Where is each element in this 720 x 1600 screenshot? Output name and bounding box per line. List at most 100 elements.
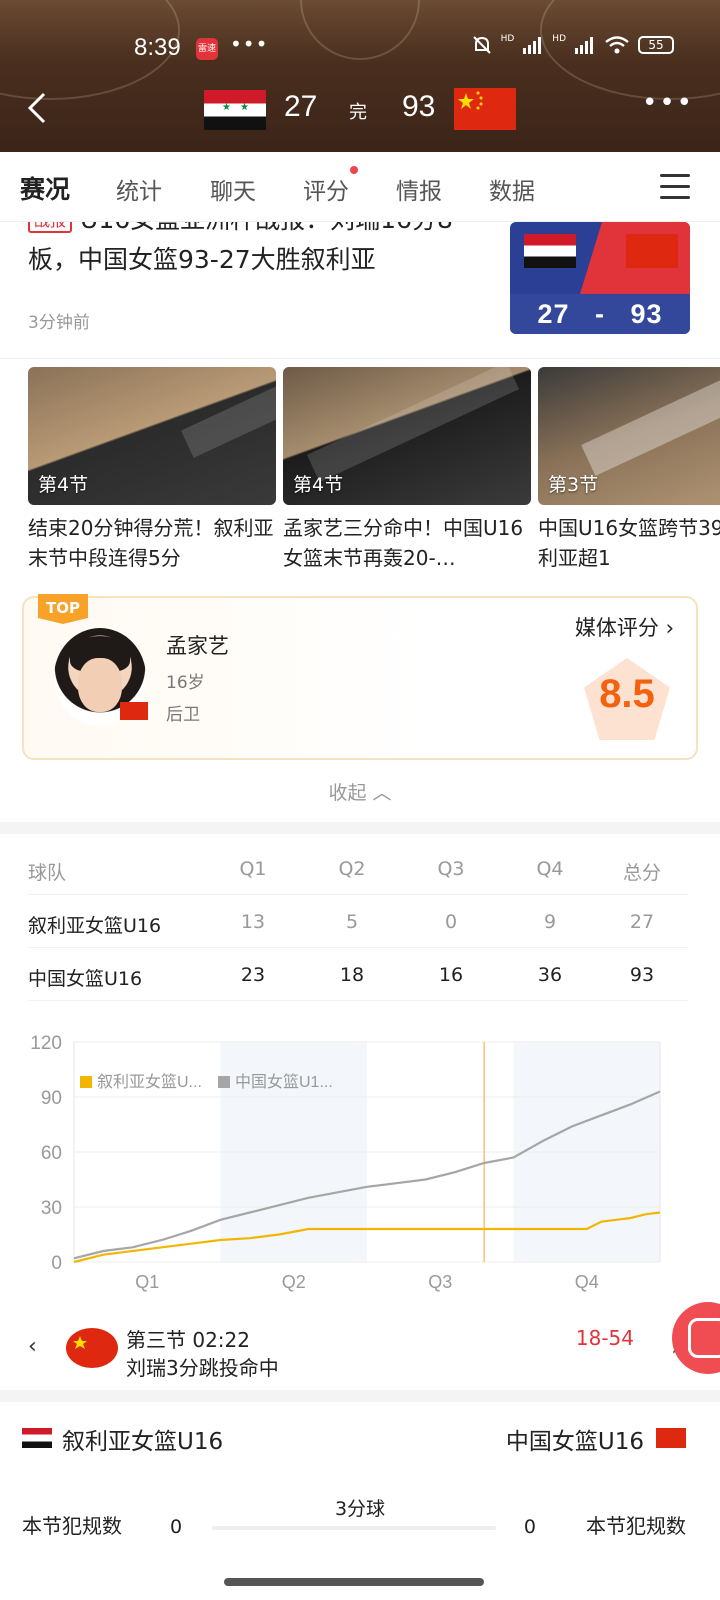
table-row: 叙利亚女篮U16 13 5 0 9 27 <box>28 895 688 948</box>
china-flag-icon <box>66 1328 118 1368</box>
q2-score: 5 <box>345 911 359 933</box>
legend-label: 叙利亚女篮U... <box>97 1072 202 1091</box>
score-progress-chart: 0 30 60 90 120 Q1 Q2 Q3 Q4 叙利亚女篮U... 中国女篮U1... <box>0 1030 720 1310</box>
video-period-label: 第4节 <box>293 474 344 496</box>
video-card[interactable]: 第3节 中国U16女篮跨节39-0！叙利亚超1 <box>538 367 720 575</box>
x-tick-label: Q2 <box>282 1272 306 1292</box>
menu-icon[interactable] <box>660 174 690 200</box>
video-thumbnail: 第4节 <box>283 367 531 505</box>
video-title: 孟家艺三分命中！中国U16女篮末节再轰20-… <box>283 516 524 570</box>
notification-more-icon: ••• <box>230 32 269 56</box>
home-score: 27 <box>284 90 318 123</box>
header-total: 总分 <box>622 862 661 884</box>
stat-compare-row: 3分球 本节犯规数 0 0 本节犯规数 <box>0 1494 720 1554</box>
china-flag-icon <box>656 1428 686 1448</box>
away-score: 93 <box>402 90 436 123</box>
battery-icon: 55 <box>638 36 674 54</box>
syria-flag-icon <box>22 1428 52 1448</box>
edit-fab-button[interactable] <box>672 1302 720 1374</box>
network-type: HD <box>500 34 515 44</box>
video-period-label: 第4节 <box>38 474 89 496</box>
q1-score: 13 <box>240 911 266 933</box>
news-item[interactable]: 战报U16女篮亚洲杯战报：刘瑞16分8板，中国女篮93-27大胜叙利亚 3分钟前… <box>0 222 720 352</box>
home-team-name: 叙利亚女篮U16 <box>62 1429 224 1455</box>
video-period-label: 第3节 <box>548 474 599 496</box>
tab-data[interactable]: 数据 <box>489 172 535 206</box>
score-line-chart: 0 30 60 90 120 Q1 Q2 Q3 Q4 叙利亚女篮U... 中国女篮U1... <box>30 1033 661 1292</box>
top-player-card[interactable]: TOP 孟家艺 16岁 后卫 媒体评分 › 8.5 <box>22 594 698 760</box>
table-header: 球队 Q1 Q2 Q3 Q4 总分 <box>28 842 688 895</box>
stat-bar <box>212 1526 496 1530</box>
legend-label: 中国女篮U1... <box>235 1072 333 1091</box>
system-icons: HD HD 55 <box>471 34 674 56</box>
y-tick-label: 30 <box>41 1198 62 1219</box>
tab-bar: 赛况 统计 聊天 评分 情报 数据 <box>0 152 720 222</box>
tab-rating[interactable]: 评分 <box>303 172 349 206</box>
signal-icon <box>575 37 593 54</box>
china-flag-icon <box>626 234 678 268</box>
syria-flag-icon <box>524 234 576 268</box>
section-divider <box>0 822 720 834</box>
q3-score: 0 <box>444 911 458 933</box>
star-icon <box>458 91 483 110</box>
top-badge: TOP <box>38 594 88 624</box>
header-team: 球队 <box>28 862 67 884</box>
edit-icon <box>688 1318 720 1358</box>
notification-dot <box>350 166 358 174</box>
video-card[interactable]: 第4节 孟家艺三分命中！中国U16女篮末节再轰20-… <box>283 367 531 575</box>
app-badge-icon: 雷速 <box>196 38 218 60</box>
prev-play-button[interactable]: ‹ <box>28 1334 37 1359</box>
status-bar: 8:39 雷速 ••• HD HD 55 <box>0 30 720 66</box>
player-position: 后卫 <box>166 705 200 725</box>
video-card[interactable]: 第4节 结束20分钟得分荒！叙利亚末节中段连得5分 <box>28 367 276 575</box>
back-arrow-icon[interactable] <box>24 90 54 126</box>
network-type: HD <box>552 34 566 44</box>
tab-intel[interactable]: 情报 <box>396 172 442 206</box>
collapse-button[interactable]: 收起 ︿ <box>0 778 720 805</box>
court-stripe <box>306 367 520 483</box>
video-carousel[interactable]: 第4节 结束20分钟得分荒！叙利亚末节中段连得5分 第4节 孟家艺三分命中！中国… <box>0 358 720 578</box>
news-headline: 战报U16女篮亚洲杯战报：刘瑞16分8板，中国女篮93-27大胜叙利亚 <box>28 222 498 280</box>
wifi-icon <box>605 36 629 54</box>
avatar-face <box>78 658 122 712</box>
section-divider <box>0 1390 720 1402</box>
more-options-icon[interactable]: ••• <box>642 88 694 118</box>
mute-bell-icon <box>472 36 491 54</box>
news-title-text: U16女篮亚洲杯战报：刘瑞16分8板，中国女篮93-27大胜叙利亚 <box>28 222 453 274</box>
court-stripe <box>181 367 276 458</box>
home-foul-label: 本节犯规数 <box>22 1514 122 1538</box>
video-thumbnail: 第4节 <box>28 367 276 505</box>
away-foul-label: 本节犯规数 <box>586 1514 686 1538</box>
q2-score: 18 <box>339 964 365 986</box>
media-rating-link[interactable]: 媒体评分 › <box>575 612 674 642</box>
legend-swatch <box>80 1076 92 1088</box>
y-tick-label: 90 <box>41 1088 62 1109</box>
q4-score: 36 <box>537 964 563 986</box>
star-icon: ★ <box>222 102 231 113</box>
header-q4: Q4 <box>536 858 564 880</box>
header-q3: Q3 <box>437 858 465 880</box>
tab-stats[interactable]: 统计 <box>116 172 162 206</box>
thumb-score: 27 - 93 <box>537 299 663 329</box>
tab-live[interactable]: 赛况 <box>20 170 70 206</box>
y-tick-label: 60 <box>41 1143 62 1164</box>
legend-swatch <box>218 1076 230 1088</box>
play-description: 刘瑞3分跳投命中 <box>126 1356 279 1380</box>
y-tick-label: 0 <box>51 1253 62 1274</box>
signal-icon <box>523 37 542 54</box>
star-icon <box>73 1336 87 1349</box>
x-tick-label: Q1 <box>135 1272 159 1292</box>
match-header: 8:39 雷速 ••• HD HD 55 ★ ★ 27 完 93 ••• <box>0 0 720 152</box>
tab-chat[interactable]: 聊天 <box>210 172 256 206</box>
play-time: 第三节 02:22 <box>126 1328 250 1352</box>
x-tick-label: Q4 <box>575 1272 599 1292</box>
court-stripe <box>581 367 720 476</box>
team-compare-header: 叙利亚女篮U16 中国女篮U16 <box>0 1420 720 1470</box>
news-time: 3分钟前 <box>28 313 90 333</box>
away-team-name: 中国女篮U16 <box>505 1429 644 1455</box>
away-stat-value: 0 <box>523 1516 536 1538</box>
home-indicator[interactable] <box>224 1578 484 1586</box>
report-tag: 战报 <box>28 222 73 233</box>
x-tick-label: Q3 <box>428 1272 452 1292</box>
match-nav: ★ ★ 27 完 93 ••• <box>0 84 720 134</box>
